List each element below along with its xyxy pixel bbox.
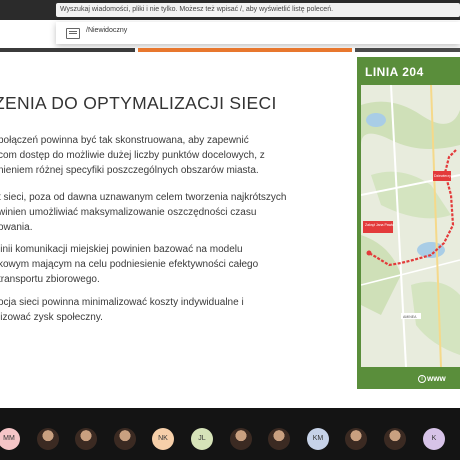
command-menu[interactable]: /Niewidoczny [56,22,460,44]
info-icon: i [418,375,426,383]
participant-avatar[interactable]: K [423,428,445,450]
slide-title: ZENIA DO OPTYMALIZACJI SIECI [0,93,277,113]
slide-paragraph-line: winien umożliwiać maksymalizowanie oszcz… [0,207,257,218]
map-label-street: AMINEA [403,315,417,319]
slide-header-bar-gray [355,48,460,52]
slide-paragraph-line: nieniem różnej specyfiki poszczególnych … [0,165,259,176]
app-top-bar: Wyszukaj wiadomości, pliki i nie tylko. … [0,0,460,20]
map-label-stop-2: Dziewierzy [434,174,451,178]
map-label-stop-1: Zakręt Jana Pawła [365,223,394,227]
command-menu-item-label[interactable]: /Niewidoczny [86,27,127,34]
slide-paragraph-line: ocja sieci powinna minimalizować koszty … [0,297,244,308]
participant-avatar[interactable]: KM [307,428,329,450]
slide-paragraph-line: lizować zysk społeczny. [0,312,103,323]
slide-paragraph-line: t sieci, poza od dawna uznawanym celem t… [0,192,287,203]
slide-paragraph-line: com dostęp do możliwie dużej liczby punk… [0,150,265,161]
slide-paragraph-line: owania. [0,222,33,233]
route-title: LINIA 204 [365,65,424,79]
map-footer-url: www [427,374,446,383]
participant-avatar[interactable] [37,428,59,450]
keyboard-icon [66,28,80,39]
slide-header-bar-orange [138,48,352,52]
participant-avatar[interactable] [75,428,97,450]
participant-avatar[interactable]: NK [152,428,174,450]
search-input[interactable]: Wyszukaj wiadomości, pliki i nie tylko. … [56,3,460,17]
participant-avatar[interactable] [230,428,252,450]
route-map-panel: LINIA 204 Zakręt Jana Pawła Dziewierzy A… [357,57,460,389]
participant-avatar[interactable] [345,428,367,450]
route-map: Zakręt Jana Pawła Dziewierzy AMINEA [361,85,460,367]
route-map-svg: Zakręt Jana Pawła Dziewierzy AMINEA [361,85,460,367]
slide-paragraph-line: linii komunikacji miejskiej powinien baz… [0,244,243,255]
slide-paragraph-line: kowym mającym na celu podniesienie efekt… [0,259,259,270]
slide-header-bar-dark [0,48,135,52]
slide-paragraph-line: transportu zbiorowego. [0,274,100,285]
slide-paragraph-line: połączeń powinna być tak skonstruowana, … [0,135,249,146]
participant-avatar[interactable]: JL [191,428,213,450]
participant-avatar[interactable] [268,428,290,450]
participant-avatar[interactable] [114,428,136,450]
participant-avatar[interactable] [384,428,406,450]
